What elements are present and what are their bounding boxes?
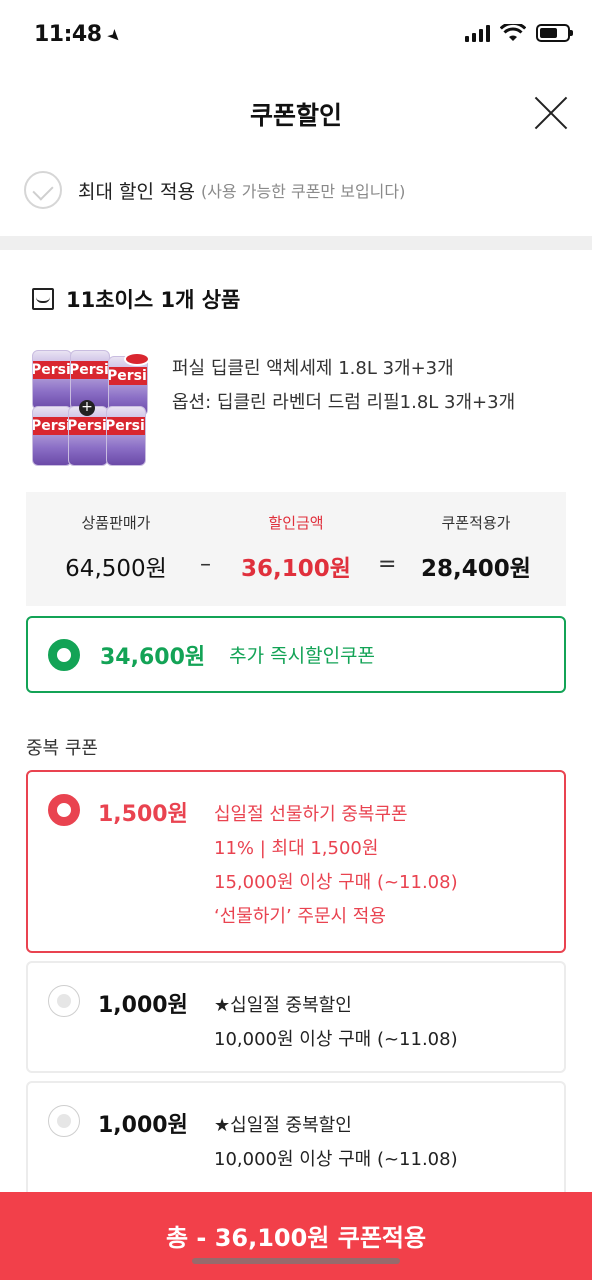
status-icons [465,24,573,42]
coupon-condition: 10,000원 이상 구매 (~11.08) [214,1149,458,1170]
duplicate-coupon-option[interactable]: 1,000원 ★십일절 중복할인 10,000원 이상 구매 (~11.08) [26,1081,566,1199]
pack-brand: Persil [107,417,145,435]
coupon-condition: 10,000원 이상 구매 (~11.08) [214,1029,458,1050]
store-icon [32,288,54,310]
product-item: Persil Persil Persil Persil Persil Persi… [30,348,570,474]
coupon-amount: 1,500원 [98,802,188,827]
max-discount-note: (사용 가능한 쿠폰만 보입니다) [200,182,406,201]
battery-icon [536,24,573,42]
pack-brand: Persil [109,367,147,385]
page-title: 쿠폰할인 [249,101,342,130]
pack-brand: Persil [71,361,109,379]
radio-selected-icon[interactable] [48,794,80,826]
duplicate-coupon-option[interactable]: 1,500원 십일절 선물하기 중복쿠폰 11% | 최대 1,500원 15,… [26,770,566,953]
coupon-details: ★십일절 중복할인 10,000원 이상 구매 (~11.08) [214,1109,458,1177]
sale-price: 상품판매가 64,500원 [26,512,206,583]
sale-price-label: 상품판매가 [81,514,151,532]
duplicate-coupon-title: 중복 쿠폰 [26,738,98,759]
store-label: 11초이스 1개 상품 [66,288,241,312]
coupon-note: ‘선물하기’ 주문시 적용 [214,906,386,927]
product-name: 퍼실 딥클린 액체세제 1.8L 3개+3개 [172,358,454,379]
coupon-amount: 1,000원 [98,1113,188,1138]
instant-coupon-label: 추가 즉시할인쿠폰 [229,645,376,667]
coupon-title: 십일절 선물하기 중복쿠폰 [214,804,408,825]
coupon-details: ★십일절 중복할인 10,000원 이상 구매 (~11.08) [214,989,458,1057]
radio-unselected-icon[interactable] [48,985,80,1017]
status-time-text: 11:48 [34,22,102,47]
pack-brand: Persil [33,361,71,379]
cellular-signal-icon [465,24,490,42]
product-image: Persil Persil Persil Persil Persil Persi… [30,348,150,470]
plus-icon: + [79,400,95,416]
price-summary: 상품판매가 64,500원 – 할인금액 36,100원 = 쿠폰적용가 28,… [26,492,566,606]
status-time: 11:48➤ [34,22,125,47]
home-indicator[interactable] [192,1258,400,1264]
apply-coupon-label: 총 - 36,100원 쿠폰적용 [165,1224,427,1252]
discount-amount: 할인금액 36,100원 [206,512,386,583]
max-discount-label: 최대 할인 적용 [78,180,195,203]
close-icon[interactable] [534,96,568,130]
product-option: 옵션: 딥클린 라벤더 드럼 리필1.8L 3개+3개 [172,392,516,413]
final-price: 쿠폰적용가 28,400원 [386,512,566,583]
sale-price-value: 64,500원 [65,556,167,582]
instant-coupon-option[interactable]: 34,600원 추가 즉시할인쿠폰 [26,616,566,693]
coupon-title: ★십일절 중복할인 [214,1115,352,1136]
instant-coupon-amount: 34,600원 [100,644,206,670]
coupon-details: 십일절 선물하기 중복쿠폰 11% | 최대 1,500원 15,000원 이상… [214,798,458,934]
henkel-logo [124,352,150,366]
max-discount-toggle[interactable]: 최대 할인 적용 (사용 가능한 쿠폰만 보입니다) [24,168,405,212]
discount-amount-value: 36,100원 [241,556,351,582]
pack-brand: Persil [33,417,71,435]
store-header: 11초이스 1개 상품 [32,284,240,314]
check-circle-icon[interactable] [24,171,62,209]
section-divider [0,236,592,250]
header: 쿠폰할인 [0,70,592,158]
discount-amount-label: 할인금액 [268,514,324,532]
coupon-amount: 1,000원 [98,993,188,1018]
final-price-value: 28,400원 [421,556,531,582]
wifi-icon [500,24,526,41]
duplicate-coupon-option[interactable]: 1,000원 ★십일절 중복할인 10,000원 이상 구매 (~11.08) [26,961,566,1073]
coupon-rate: 11% | 최대 1,500원 [214,838,379,859]
coupon-condition: 15,000원 이상 구매 (~11.08) [214,872,458,893]
pack-brand: Persil [69,417,107,435]
location-arrow-icon: ➤ [102,24,126,47]
radio-selected-icon[interactable] [48,638,80,671]
final-price-label: 쿠폰적용가 [441,514,511,532]
status-bar: 11:48➤ [0,0,592,70]
apply-coupon-button[interactable]: 총 - 36,100원 쿠폰적용 [0,1192,592,1280]
radio-unselected-icon[interactable] [48,1105,80,1137]
coupon-title: ★십일절 중복할인 [214,995,352,1016]
